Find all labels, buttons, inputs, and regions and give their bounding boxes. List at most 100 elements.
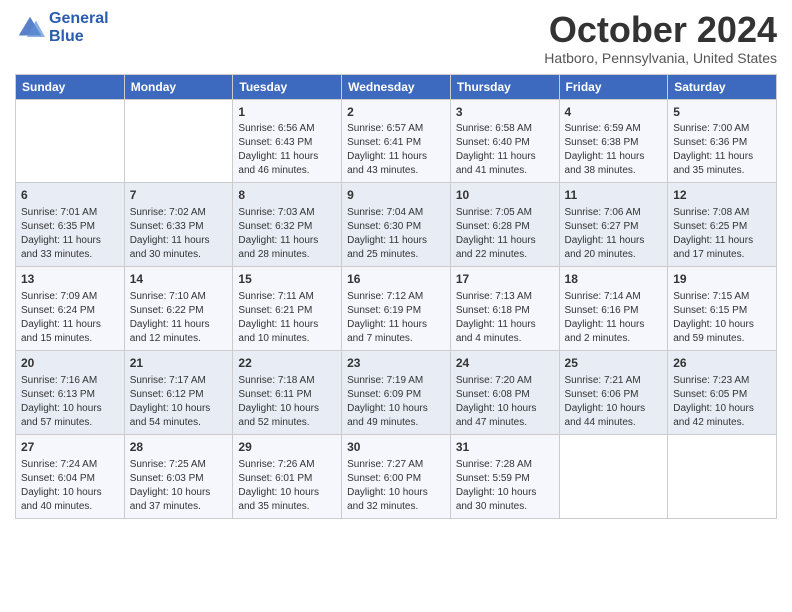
- day-number: 10: [456, 187, 554, 204]
- week-row-4: 20Sunrise: 7:16 AMSunset: 6:13 PMDayligh…: [16, 350, 777, 434]
- day-info: Sunrise: 7:26 AMSunset: 6:01 PMDaylight:…: [238, 458, 336, 514]
- day-info: Sunrise: 7:27 AMSunset: 6:00 PMDaylight:…: [347, 458, 445, 514]
- day-number: 31: [456, 439, 554, 456]
- calendar-cell-4-5: 24 Sunrise: 7:20 AMSunset: 6:08 PMDayligh…: [450, 350, 559, 434]
- calendar-cell-4-2: 21 Sunrise: 7:17 AMSunset: 6:12 PMDayligh…: [124, 350, 233, 434]
- day-info: Sunrise: 7:00 AMSunset: 6:36 PMDaylight:…: [673, 122, 771, 178]
- day-info: Sunrise: 7:09 AMSunset: 6:24 PMDaylight:…: [21, 290, 119, 346]
- logo-text: General Blue: [49, 10, 109, 45]
- weekday-header-wednesday: Wednesday: [342, 74, 451, 99]
- calendar-cell-5-7: [668, 434, 777, 518]
- day-number: 21: [130, 355, 228, 372]
- day-info: Sunrise: 7:10 AMSunset: 6:22 PMDaylight:…: [130, 290, 228, 346]
- day-number: 13: [21, 271, 119, 288]
- calendar-cell-2-2: 7 Sunrise: 7:02 AMSunset: 6:33 PMDaylight…: [124, 183, 233, 267]
- day-info: Sunrise: 7:24 AMSunset: 6:04 PMDaylight:…: [21, 458, 119, 514]
- day-info: Sunrise: 7:25 AMSunset: 6:03 PMDaylight:…: [130, 458, 228, 514]
- logo-icon: [15, 13, 45, 43]
- day-info: Sunrise: 6:56 AMSunset: 6:43 PMDaylight:…: [238, 122, 336, 178]
- calendar-cell-1-2: [124, 99, 233, 183]
- day-number: 7: [130, 187, 228, 204]
- day-info: Sunrise: 7:04 AMSunset: 6:30 PMDaylight:…: [347, 206, 445, 262]
- location: Hatboro, Pennsylvania, United States: [544, 50, 777, 66]
- day-info: Sunrise: 7:13 AMSunset: 6:18 PMDaylight:…: [456, 290, 554, 346]
- calendar-cell-5-2: 28Sunrise: 7:25 AMSunset: 6:03 PMDayligh…: [124, 434, 233, 518]
- calendar-cell-3-7: 19Sunrise: 7:15 AMSunset: 6:15 PMDayligh…: [668, 267, 777, 351]
- day-info: Sunrise: 7:01 AMSunset: 6:35 PMDaylight:…: [21, 206, 119, 262]
- calendar-cell-2-6: 11 Sunrise: 7:06 AMSunset: 6:27 PMDayligh…: [559, 183, 668, 267]
- logo-line1: General: [49, 10, 109, 28]
- calendar-cell-2-4: 9 Sunrise: 7:04 AMSunset: 6:30 PMDaylight…: [342, 183, 451, 267]
- day-number: 14: [130, 271, 228, 288]
- day-number: 30: [347, 439, 445, 456]
- day-number: 29: [238, 439, 336, 456]
- calendar-cell-5-1: 27 Sunrise: 7:24 AMSunset: 6:04 PMDayligh…: [16, 434, 125, 518]
- day-number: 8: [238, 187, 336, 204]
- page: General Blue October 2024 Hatboro, Penns…: [0, 0, 792, 612]
- day-number: 6: [21, 187, 119, 204]
- weekday-header-thursday: Thursday: [450, 74, 559, 99]
- logo-line2: Blue: [49, 28, 109, 46]
- calendar-cell-1-4: 2Sunrise: 6:57 AMSunset: 6:41 PMDaylight…: [342, 99, 451, 183]
- day-number: 18: [565, 271, 663, 288]
- calendar-cell-3-2: 14 Sunrise: 7:10 AMSunset: 6:22 PMDayligh…: [124, 267, 233, 351]
- calendar-cell-3-6: 18Sunrise: 7:14 AMSunset: 6:16 PMDayligh…: [559, 267, 668, 351]
- week-row-1: 1Sunrise: 6:56 AMSunset: 6:43 PMDaylight…: [16, 99, 777, 183]
- weekday-header-sunday: Sunday: [16, 74, 125, 99]
- week-row-2: 6 Sunrise: 7:01 AMSunset: 6:35 PMDaylight…: [16, 183, 777, 267]
- calendar-cell-4-6: 25 Sunrise: 7:21 AMSunset: 6:06 PMDayligh…: [559, 350, 668, 434]
- day-number: 23: [347, 355, 445, 372]
- calendar-cell-5-6: [559, 434, 668, 518]
- day-number: 4: [565, 104, 663, 121]
- weekday-header-tuesday: Tuesday: [233, 74, 342, 99]
- calendar-cell-3-1: 13 Sunrise: 7:09 AMSunset: 6:24 PMDayligh…: [16, 267, 125, 351]
- calendar-cell-4-3: 22Sunrise: 7:18 AMSunset: 6:11 PMDayligh…: [233, 350, 342, 434]
- calendar-cell-1-5: 3Sunrise: 6:58 AMSunset: 6:40 PMDaylight…: [450, 99, 559, 183]
- calendar-cell-3-5: 17Sunrise: 7:13 AMSunset: 6:18 PMDayligh…: [450, 267, 559, 351]
- day-number: 3: [456, 104, 554, 121]
- day-number: 9: [347, 187, 445, 204]
- day-number: 24: [456, 355, 554, 372]
- day-info: Sunrise: 7:23 AMSunset: 6:05 PMDaylight:…: [673, 374, 771, 430]
- weekday-header-friday: Friday: [559, 74, 668, 99]
- day-info: Sunrise: 7:12 AMSunset: 6:19 PMDaylight:…: [347, 290, 445, 346]
- day-info: Sunrise: 7:02 AMSunset: 6:33 PMDaylight:…: [130, 206, 228, 262]
- calendar-cell-3-4: 16 Sunrise: 7:12 AMSunset: 6:19 PMDayligh…: [342, 267, 451, 351]
- calendar-cell-1-3: 1Sunrise: 6:56 AMSunset: 6:43 PMDaylight…: [233, 99, 342, 183]
- calendar-cell-2-5: 10 Sunrise: 7:05 AMSunset: 6:28 PMDayligh…: [450, 183, 559, 267]
- calendar-cell-5-4: 30 Sunrise: 7:27 AMSunset: 6:00 PMDayligh…: [342, 434, 451, 518]
- day-number: 27: [21, 439, 119, 456]
- day-info: Sunrise: 7:18 AMSunset: 6:11 PMDaylight:…: [238, 374, 336, 430]
- day-number: 25: [565, 355, 663, 372]
- calendar-cell-5-3: 29 Sunrise: 7:26 AMSunset: 6:01 PMDayligh…: [233, 434, 342, 518]
- calendar-cell-2-3: 8 Sunrise: 7:03 AMSunset: 6:32 PMDaylight…: [233, 183, 342, 267]
- day-info: Sunrise: 7:06 AMSunset: 6:27 PMDaylight:…: [565, 206, 663, 262]
- day-info: Sunrise: 7:20 AMSunset: 6:08 PMDaylight:…: [456, 374, 554, 430]
- calendar-cell-4-1: 20Sunrise: 7:16 AMSunset: 6:13 PMDayligh…: [16, 350, 125, 434]
- day-info: Sunrise: 7:05 AMSunset: 6:28 PMDaylight:…: [456, 206, 554, 262]
- day-number: 16: [347, 271, 445, 288]
- title-section: October 2024 Hatboro, Pennsylvania, Unit…: [544, 10, 777, 66]
- calendar-cell-2-1: 6 Sunrise: 7:01 AMSunset: 6:35 PMDaylight…: [16, 183, 125, 267]
- weekday-header-saturday: Saturday: [668, 74, 777, 99]
- logo: General Blue: [15, 10, 109, 45]
- weekday-header-monday: Monday: [124, 74, 233, 99]
- day-info: Sunrise: 6:59 AMSunset: 6:38 PMDaylight:…: [565, 122, 663, 178]
- calendar-cell-1-7: 5Sunrise: 7:00 AMSunset: 6:36 PMDaylight…: [668, 99, 777, 183]
- day-info: Sunrise: 7:21 AMSunset: 6:06 PMDaylight:…: [565, 374, 663, 430]
- header: General Blue October 2024 Hatboro, Penns…: [15, 10, 777, 66]
- calendar-cell-2-7: 12Sunrise: 7:08 AMSunset: 6:25 PMDayligh…: [668, 183, 777, 267]
- day-info: Sunrise: 7:03 AMSunset: 6:32 PMDaylight:…: [238, 206, 336, 262]
- day-number: 2: [347, 104, 445, 121]
- calendar-cell-4-7: 26Sunrise: 7:23 AMSunset: 6:05 PMDayligh…: [668, 350, 777, 434]
- calendar-cell-5-5: 31Sunrise: 7:28 AMSunset: 5:59 PMDayligh…: [450, 434, 559, 518]
- day-info: Sunrise: 6:57 AMSunset: 6:41 PMDaylight:…: [347, 122, 445, 178]
- day-number: 5: [673, 104, 771, 121]
- calendar-cell-3-3: 15Sunrise: 7:11 AMSunset: 6:21 PMDayligh…: [233, 267, 342, 351]
- calendar-cell-1-1: [16, 99, 125, 183]
- day-info: Sunrise: 7:19 AMSunset: 6:09 PMDaylight:…: [347, 374, 445, 430]
- week-row-3: 13 Sunrise: 7:09 AMSunset: 6:24 PMDayligh…: [16, 267, 777, 351]
- day-info: Sunrise: 7:17 AMSunset: 6:12 PMDaylight:…: [130, 374, 228, 430]
- day-info: Sunrise: 7:08 AMSunset: 6:25 PMDaylight:…: [673, 206, 771, 262]
- day-number: 11: [565, 187, 663, 204]
